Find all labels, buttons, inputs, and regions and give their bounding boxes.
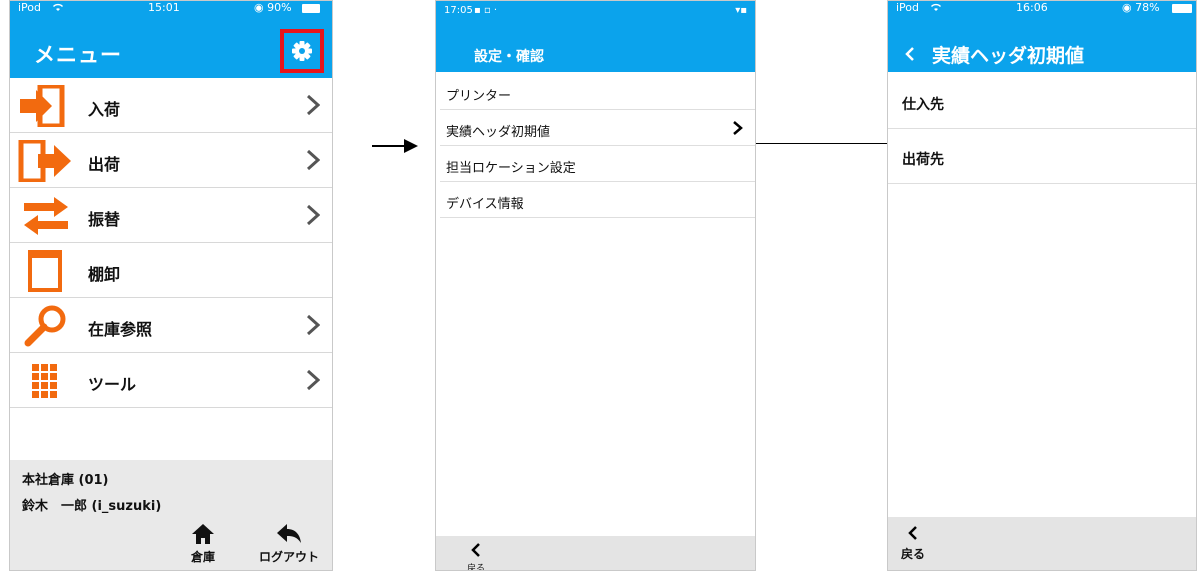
status-bar: iPod 15:01 ◉ 90% xyxy=(10,1,332,15)
back-button[interactable]: 戻る xyxy=(462,542,490,571)
settings-screen: 17:05 ▪ ▫ · ▾▪ 設定・確認 プリンター 実績ヘッダ初期値 担当ロケ… xyxy=(435,0,756,571)
reply-arrow-icon xyxy=(277,524,301,543)
battery-icon xyxy=(1172,4,1192,13)
menu-footer: 本社倉庫 (01) 鈴木 一郎 (i_suzuki) 倉庫 ログアウト xyxy=(10,460,332,570)
menu-item-stock-lookup[interactable]: 在庫参照 xyxy=(10,298,332,353)
header-item-ship-to[interactable]: 出荷先 xyxy=(888,129,1196,184)
grid-icon xyxy=(32,364,57,398)
settings-header: 17:05 ▪ ▫ · ▾▪ 設定・確認 xyxy=(436,1,755,72)
menu-screen: iPod 15:01 ◉ 90% メニュー 入荷 出荷 振替 棚卸 在庫参照 ツ… xyxy=(9,0,333,571)
menu-item-label: ツール xyxy=(88,375,137,394)
header-defaults-screen: iPod 16:06 ◉ 78% 実績ヘッダ初期値 仕入先 出荷先 戻る xyxy=(887,0,1197,571)
chevron-right-icon xyxy=(306,149,320,171)
settings-item-label: 担当ロケーション設定 xyxy=(446,161,576,176)
flow-connector xyxy=(756,143,887,144)
status-time: 17:05 xyxy=(444,5,473,16)
wifi-icon xyxy=(930,2,942,16)
header-item-label: 仕入先 xyxy=(902,97,944,113)
header-item-supplier[interactable]: 仕入先 xyxy=(888,74,1196,129)
page-title: 実績ヘッダ初期値 xyxy=(932,45,1085,67)
home-icon xyxy=(192,524,214,544)
header-defaults-footer: 戻る xyxy=(888,517,1196,570)
settings-item-device-info[interactable]: デバイス情報 xyxy=(440,182,755,218)
settings-item-label: 実績ヘッダ初期値 xyxy=(446,125,551,140)
back-button-label: 戻る xyxy=(466,564,485,571)
page-title: メニュー xyxy=(34,43,122,67)
battery-label: ◉ 78% xyxy=(1122,1,1160,14)
settings-button[interactable] xyxy=(280,29,324,73)
inventory-frame-icon xyxy=(28,250,62,292)
battery-label: ◉ 90% xyxy=(254,1,292,14)
status-time: 15:01 xyxy=(148,1,180,14)
chevron-right-icon xyxy=(306,314,320,336)
settings-item-location[interactable]: 担当ロケーション設定 xyxy=(440,146,755,182)
back-button[interactable]: 戻る xyxy=(898,525,928,562)
warehouse-button[interactable]: 倉庫 xyxy=(173,523,233,565)
chevron-right-icon xyxy=(306,94,320,116)
wifi-icon xyxy=(52,2,64,16)
settings-item-label: プリンター xyxy=(446,89,512,104)
back-chevron-icon[interactable] xyxy=(904,46,916,62)
menu-item-tools[interactable]: ツール xyxy=(10,353,332,408)
transfer-arrows-icon xyxy=(24,197,68,235)
chevron-left-icon xyxy=(908,526,917,540)
signal-icon: ▾▪ xyxy=(735,5,747,16)
chevron-right-icon xyxy=(733,121,743,135)
menu-item-outbound[interactable]: 出荷 xyxy=(10,133,332,188)
notification-icons: ▪ ▫ · xyxy=(474,5,498,16)
back-button-label: 戻る xyxy=(900,547,925,561)
warehouse-button-label: 倉庫 xyxy=(190,550,215,564)
outbound-arrow-icon xyxy=(18,140,71,182)
logout-button[interactable]: ログアウト xyxy=(251,523,327,565)
chevron-right-icon xyxy=(306,369,320,391)
menu-item-label: 在庫参照 xyxy=(88,320,153,339)
user-info: 鈴木 一郎 (i_suzuki) xyxy=(22,499,162,514)
menu-item-inbound[interactable]: 入荷 xyxy=(10,78,332,133)
page-title: 設定・確認 xyxy=(474,49,544,65)
warehouse-info: 本社倉庫 (01) xyxy=(22,473,109,488)
menu-header: iPod 15:01 ◉ 90% メニュー xyxy=(10,1,332,78)
arrowhead-icon xyxy=(404,139,418,153)
carrier-label: iPod xyxy=(18,1,42,14)
inbound-arrow-icon xyxy=(20,85,65,127)
chevron-left-icon xyxy=(471,543,480,557)
battery-icon xyxy=(302,4,320,13)
menu-item-label: 出荷 xyxy=(88,155,121,174)
carrier-label: iPod xyxy=(896,1,920,14)
status-bar: iPod 16:06 ◉ 78% xyxy=(888,1,1196,15)
menu-item-label: 入荷 xyxy=(88,100,121,119)
settings-item-printer[interactable]: プリンター xyxy=(440,74,755,110)
menu-item-stocktake[interactable]: 棚卸 xyxy=(10,243,332,298)
settings-item-label: デバイス情報 xyxy=(446,197,524,212)
settings-footer: 戻る xyxy=(436,536,755,570)
logout-button-label: ログアウト xyxy=(258,550,319,564)
chevron-right-icon xyxy=(306,204,320,226)
magnifier-icon xyxy=(24,305,66,347)
settings-item-header-defaults[interactable]: 実績ヘッダ初期値 xyxy=(440,110,755,146)
status-bar: 17:05 ▪ ▫ · ▾▪ xyxy=(436,4,755,18)
menu-item-label: 棚卸 xyxy=(88,265,121,284)
status-time: 16:06 xyxy=(1016,1,1048,14)
header-item-label: 出荷先 xyxy=(902,152,944,168)
header-defaults-header: iPod 16:06 ◉ 78% 実績ヘッダ初期値 xyxy=(888,1,1196,72)
menu-item-label: 振替 xyxy=(88,210,121,229)
menu-item-transfer[interactable]: 振替 xyxy=(10,188,332,243)
gear-icon xyxy=(292,41,312,61)
